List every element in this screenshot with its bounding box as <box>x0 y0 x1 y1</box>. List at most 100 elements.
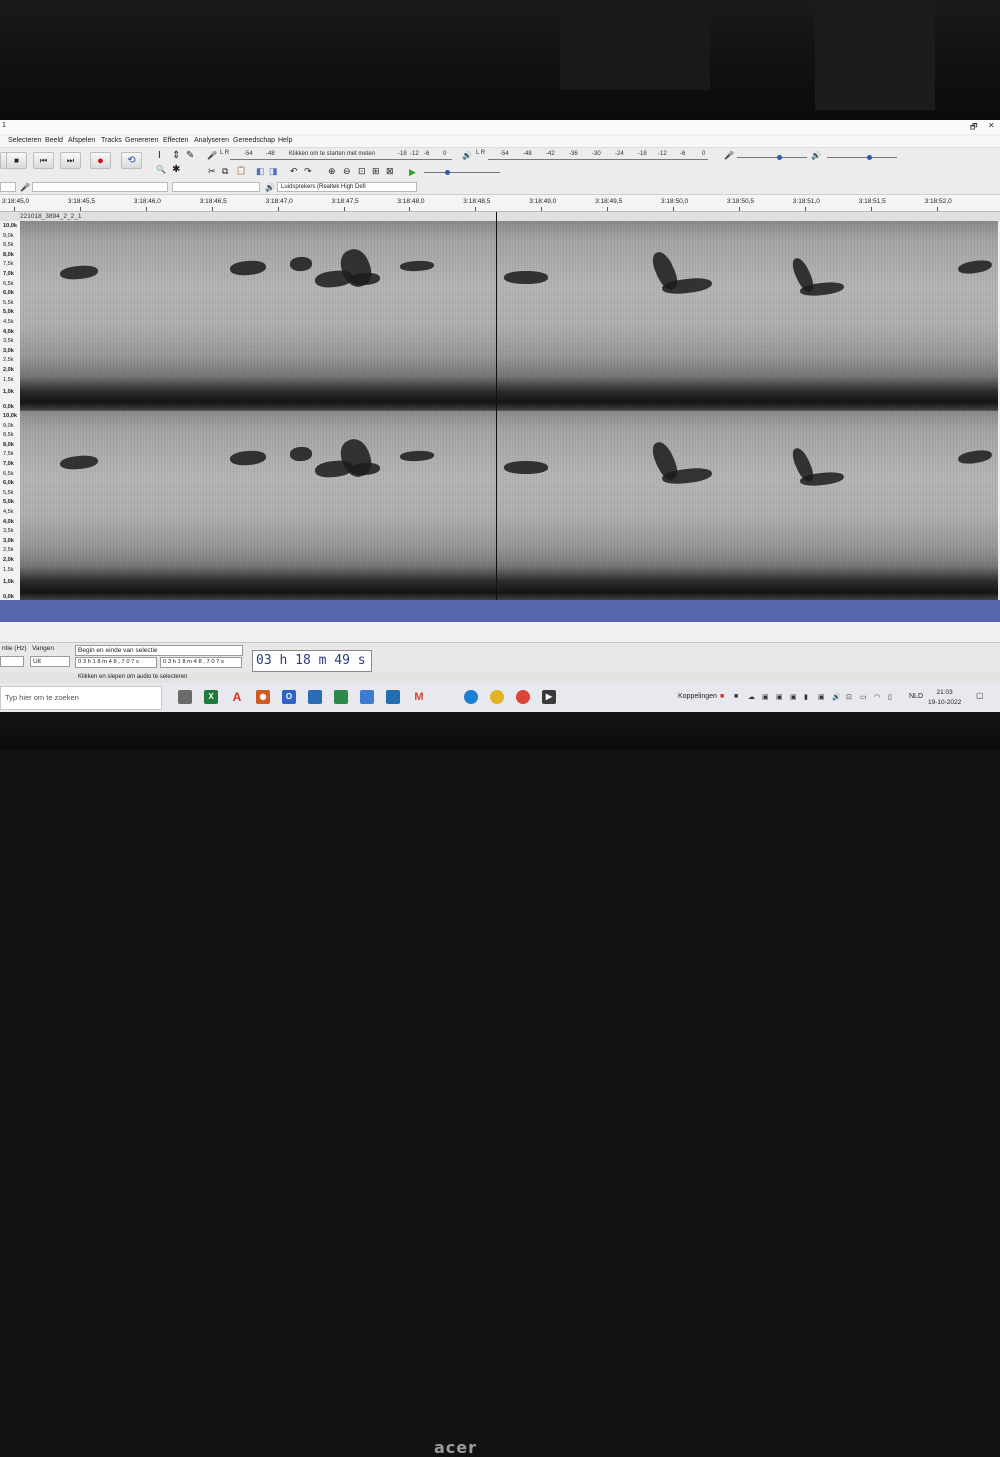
tray-app-icon[interactable]: ▣ <box>776 693 783 701</box>
selection-tool-icon[interactable]: I <box>158 151 161 161</box>
multi-tool-icon[interactable]: ✱ <box>172 165 180 175</box>
redo-icon[interactable]: ↷ <box>304 166 312 176</box>
acrobat-icon[interactable]: A <box>230 690 244 704</box>
app-icon[interactable] <box>386 690 400 704</box>
spectrogram-channel-left[interactable] <box>20 221 998 410</box>
draw-tool-icon[interactable]: ✎ <box>186 151 194 161</box>
snap-dropdown[interactable]: Uit <box>30 656 70 667</box>
copy-icon[interactable]: ⧉ <box>222 166 228 176</box>
menu-afspelen[interactable]: Afspelen <box>68 137 95 144</box>
playback-meter-track[interactable] <box>488 159 708 160</box>
menu-help[interactable]: Help <box>278 137 292 144</box>
power-icon[interactable]: ▯ <box>888 693 892 701</box>
selection-start-field[interactable]: 0 3 h 1 8 m 4 8 , 7 0 7 s <box>75 657 157 668</box>
zoom-tool-icon[interactable]: 🔍 <box>156 165 166 175</box>
selection-end-field[interactable]: 0 3 h 1 8 m 4 8 , 7 0 7 s <box>160 657 242 668</box>
notification-icon[interactable]: ▢ <box>976 691 984 700</box>
ruler-label: 3:18:46,5 <box>199 198 227 205</box>
timeline-ruler[interactable]: 3:18:45,0 3:18:45,5 3:18:46,0 3:18:46,5 3:18… <box>0 195 1000 212</box>
bird-call-mark <box>229 449 267 467</box>
taskbar-clock[interactable]: 21:03 19-10-2022 <box>928 688 961 708</box>
tray-app-icon[interactable]: ■ <box>734 693 738 700</box>
menu-tracks[interactable]: Tracks <box>101 137 122 144</box>
play-at-speed-icon[interactable]: ▶ <box>409 167 416 177</box>
speaker-icon[interactable]: 🔊 <box>462 151 472 161</box>
cloud-icon[interactable]: ☁ <box>748 693 755 701</box>
battery-icon[interactable]: ▭ <box>860 693 867 701</box>
skip-end-button[interactable]: ⏭ <box>60 152 81 169</box>
play-at-speed-slider[interactable] <box>424 172 500 173</box>
record-button[interactable]: ● <box>90 152 111 169</box>
media-player-icon[interactable]: ▶ <box>542 690 556 704</box>
undo-icon[interactable]: ↶ <box>290 166 298 176</box>
restore-button[interactable]: 🗗 <box>970 121 978 135</box>
cut-icon[interactable]: ✂ <box>208 166 216 176</box>
taskbar-search-box[interactable]: Typ hier om te zoeken <box>0 686 162 710</box>
chrome-icon[interactable] <box>490 690 504 704</box>
record-meter-lr: L R <box>220 150 230 156</box>
gmail-icon[interactable]: M <box>412 690 426 704</box>
tray-app-icon[interactable]: ▣ <box>790 693 797 701</box>
trim-icon[interactable]: ◧ <box>256 166 265 176</box>
menu-analyseren[interactable]: Analyseren <box>194 137 229 144</box>
menu-effecten[interactable]: Effecten <box>163 137 189 144</box>
menu-genereren[interactable]: Genereren <box>125 137 158 144</box>
tray-app-icon[interactable]: ▣ <box>762 693 769 701</box>
microphone-icon[interactable]: 🎤 <box>207 151 217 161</box>
menu-selecteren[interactable]: Selecteren <box>8 137 41 144</box>
app-icon[interactable] <box>334 690 348 704</box>
play-at-speed-knob[interactable] <box>444 170 450 175</box>
app-icon[interactable] <box>308 690 322 704</box>
menu-gereedschap[interactable]: Gereedschap <box>233 137 275 144</box>
record-meter-hint[interactable]: Klikken om te starten met meten <box>289 151 375 157</box>
chrome-icon[interactable] <box>516 690 530 704</box>
menu-beeld[interactable]: Beeld <box>45 137 63 144</box>
spectrogram-channel-right[interactable] <box>20 411 998 600</box>
audacity-icon[interactable]: ◉ <box>256 690 270 704</box>
zoom-out-icon[interactable]: ⊖ <box>343 166 351 176</box>
room-shape <box>815 0 935 110</box>
selection-mode-dropdown[interactable]: Begin en einde van selectie <box>75 645 243 656</box>
fit-selection-icon[interactable]: ⊡ <box>358 166 366 176</box>
usb-icon[interactable]: ▮ <box>804 693 808 701</box>
host-dropdown[interactable] <box>0 182 16 192</box>
skip-start-button[interactable]: ⏮ <box>33 152 54 169</box>
excel-icon[interactable]: X <box>204 690 218 704</box>
track-header[interactable]: 221018_3894_2_2_1 <box>0 212 1000 221</box>
tray-app-icon[interactable]: ■ <box>720 693 724 700</box>
language-indicator[interactable]: NLD <box>909 693 923 700</box>
audio-position-display[interactable]: 03 h 18 m 49 s <box>252 650 372 672</box>
zoom-toggle-icon[interactable]: ⊠ <box>386 166 394 176</box>
zoom-in-icon[interactable]: ⊕ <box>328 166 336 176</box>
wifi-icon[interactable]: ◠ <box>874 693 880 701</box>
file-explorer-icon[interactable] <box>178 690 192 704</box>
output-device-dropdown[interactable]: Luidsprekers (Realtek High Defi <box>277 182 417 192</box>
paste-icon[interactable]: 📋 <box>236 166 246 176</box>
envelope-tool-icon[interactable]: ⇕ <box>172 151 180 161</box>
close-button[interactable]: ✕ <box>988 121 995 130</box>
stop-button[interactable]: ■ <box>6 152 27 169</box>
project-rate-dropdown[interactable] <box>0 656 24 667</box>
frequency-label: 3,0k <box>3 537 14 544</box>
network-icon[interactable]: ⊡ <box>846 693 852 701</box>
silence-icon[interactable]: ◨ <box>269 166 278 176</box>
input-channels-dropdown[interactable] <box>172 182 260 192</box>
fit-project-icon[interactable]: ⊞ <box>372 166 380 176</box>
links-toolbar-label[interactable]: Koppelingen <box>678 693 717 700</box>
edge-icon[interactable] <box>464 690 478 704</box>
loop-button[interactable]: ⟲ <box>121 152 142 169</box>
record-volume-slider[interactable] <box>737 157 807 158</box>
input-device-dropdown[interactable] <box>32 182 168 192</box>
tray-app-icon[interactable]: ▣ <box>818 693 825 701</box>
ruler-tick <box>343 207 345 211</box>
playback-volume-slider[interactable] <box>827 157 897 158</box>
volume-icon[interactable]: 🔊 <box>832 693 841 701</box>
clock-time: 21:03 <box>936 689 953 696</box>
outlook-icon[interactable]: O <box>282 690 296 704</box>
record-meter-track[interactable] <box>230 159 452 160</box>
record-volume-knob[interactable] <box>777 155 782 160</box>
playback-volume-knob[interactable] <box>867 155 872 160</box>
playback-meter-tick: -30 <box>592 151 601 157</box>
track-name[interactable]: 221018_3894_2_2_1 <box>20 213 81 220</box>
app-icon[interactable] <box>360 690 374 704</box>
